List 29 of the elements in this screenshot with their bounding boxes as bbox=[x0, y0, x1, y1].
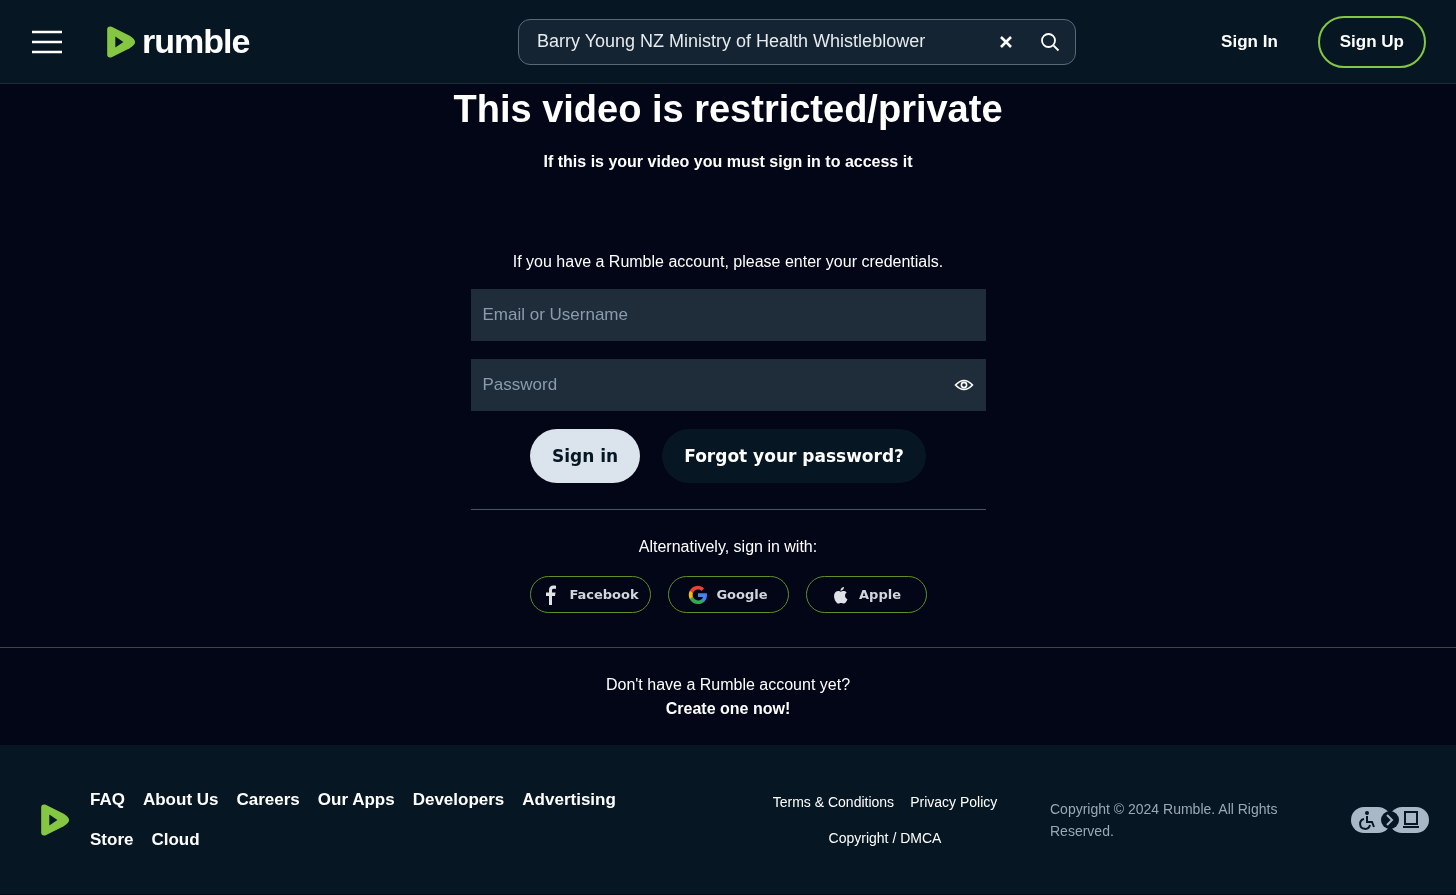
legal-link[interactable]: Copyright / DMCA bbox=[828, 829, 942, 846]
footer-link[interactable]: Developers bbox=[412, 789, 505, 810]
search-icon[interactable] bbox=[1040, 31, 1060, 52]
footer-link[interactable]: Advertising bbox=[522, 789, 616, 810]
footer-link[interactable]: FAQ bbox=[90, 789, 125, 810]
logo-wordmark[interactable]: rumble bbox=[142, 22, 250, 61]
footer-link[interactable]: Careers bbox=[236, 789, 300, 810]
menu-icon[interactable] bbox=[30, 28, 64, 55]
legal-link[interactable]: Terms & Conditions bbox=[772, 793, 895, 810]
username-field[interactable]: Email or Username bbox=[470, 289, 986, 341]
alternative-sign-in-text: Alternatively, sign in with: bbox=[638, 538, 818, 556]
footer-link[interactable]: About Us bbox=[142, 789, 219, 810]
footer-link[interactable]: Our Apps bbox=[317, 789, 395, 810]
footer-link[interactable]: Store bbox=[90, 829, 134, 850]
legal-link[interactable]: Privacy Policy bbox=[910, 793, 998, 810]
password-field[interactable]: Password bbox=[470, 359, 986, 411]
page-title: This video is restricted/private bbox=[453, 88, 1003, 131]
sign-up-button[interactable]: Sign Up bbox=[1317, 15, 1426, 68]
create-account-link[interactable]: Create one now! bbox=[665, 699, 791, 718]
google-icon bbox=[688, 584, 709, 605]
credentials-prompt: If you have a Rumble account, please enter your credentials. bbox=[512, 253, 944, 271]
search-field[interactable]: Barry Young NZ Ministry of Health Whistleblower bbox=[518, 18, 1076, 65]
signup-question: Don't have a Rumble account yet? bbox=[605, 675, 851, 694]
subtitle: If this is your video you must sign in to access it bbox=[543, 153, 913, 171]
footer-link[interactable]: Cloud bbox=[151, 829, 200, 850]
sign-in-link[interactable]: Sign In bbox=[1221, 31, 1278, 52]
sign-in-button[interactable]: Sign in bbox=[530, 429, 641, 483]
forgot-password-button[interactable]: Forgot your password? bbox=[662, 429, 926, 483]
copyright-text: Copyright © 2024 Rumble. All Rights Reserved. bbox=[1050, 799, 1279, 841]
